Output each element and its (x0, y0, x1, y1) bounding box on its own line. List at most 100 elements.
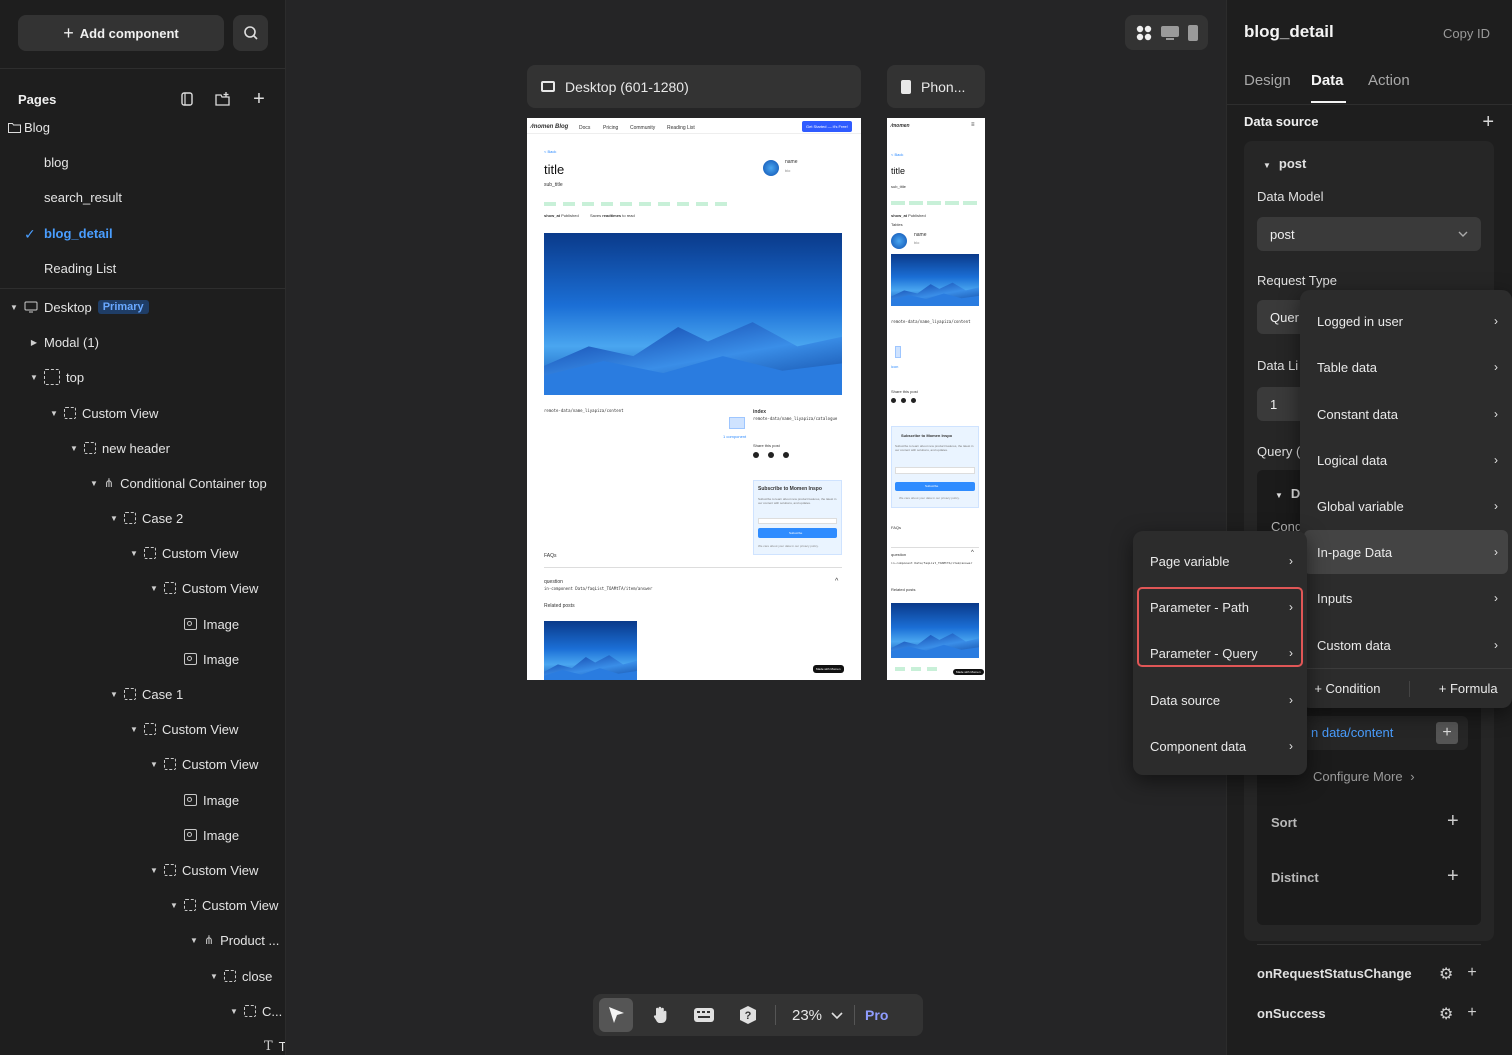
tree-node-product[interactable]: ▼ ⋔ Product ... (190, 930, 279, 950)
linkedin-icon[interactable] (768, 452, 774, 458)
desktop-frame-label[interactable]: Desktop (601-1280) (527, 65, 861, 108)
nav-pricing[interactable]: Pricing (603, 125, 618, 131)
caret-down-icon[interactable]: ▼ (50, 409, 58, 418)
select-tool[interactable] (599, 998, 633, 1032)
tree-node-case-1[interactable]: ▼ Case 1 (110, 684, 183, 704)
email-input[interactable] (758, 518, 837, 524)
tree-node-conditional-container[interactable]: ▼ ⋔ Conditional Container top (90, 473, 267, 493)
nav-docs[interactable]: Docs (579, 125, 590, 131)
pages-layout-icon[interactable] (178, 90, 196, 108)
menu-icon[interactable]: ≡ (971, 122, 975, 128)
data-model-select[interactable]: post (1257, 217, 1481, 251)
content-binding[interactable]: n data/content (1311, 725, 1393, 740)
pro-badge[interactable]: Pro (865, 1007, 888, 1023)
related-post-image[interactable] (891, 603, 979, 658)
tree-node-custom-view[interactable]: ▼ Custom View (130, 719, 238, 739)
menu-item-custom-data[interactable]: Custom data › (1300, 625, 1512, 665)
phone-frame-label[interactable]: Phon... (887, 65, 985, 108)
page-item-search-result[interactable]: search_result (44, 190, 122, 205)
add-distinct-button[interactable]: + (1447, 865, 1459, 888)
canvas[interactable]: Desktop (601-1280) Phon... ⁄momen Blog D… (287, 0, 1226, 1055)
made-with-badge[interactable]: Made with Momen (953, 669, 984, 675)
chevron-up-icon[interactable]: ^ (835, 578, 838, 585)
caret-down-icon[interactable]: ▼ (150, 760, 158, 769)
tree-node-image[interactable]: Image (184, 614, 239, 634)
add-folder-icon[interactable] (214, 90, 232, 108)
desktop-view-icon[interactable] (1160, 25, 1180, 41)
caret-right-icon[interactable]: ▶ (30, 338, 38, 347)
chevron-up-icon[interactable]: ^ (971, 550, 974, 556)
caret-down-icon[interactable]: ▼ (150, 866, 158, 875)
tree-node-close[interactable]: ▼ close (210, 966, 272, 986)
menu-item-logged-in-user[interactable]: Logged in user › (1300, 301, 1512, 341)
menu-item-logical-data[interactable]: Logical data › (1300, 440, 1512, 480)
caret-down-icon[interactable]: ▼ (130, 549, 138, 558)
tree-node-c[interactable]: ▼ C... (230, 1001, 282, 1021)
settings-icon[interactable]: ⚙ (1439, 964, 1453, 984)
caret-down-icon[interactable]: ▼ (10, 303, 18, 312)
submenu-item-page-variable[interactable]: Page variable › (1133, 541, 1307, 581)
back-link[interactable]: < Back (544, 149, 556, 154)
x-icon[interactable] (753, 452, 759, 458)
add-formula-button[interactable]: + Formula (1439, 681, 1498, 696)
caret-down-icon[interactable]: ▼ (90, 479, 98, 488)
caret-down-icon[interactable]: ▼ (30, 373, 38, 382)
menu-item-table-data[interactable]: Table data › (1300, 347, 1512, 387)
data-source-post[interactable]: ▼ post (1263, 156, 1306, 171)
caret-down-icon[interactable]: ▼ (190, 936, 198, 945)
caret-down-icon[interactable]: ▼ (170, 901, 178, 910)
tree-node-custom-view[interactable]: ▼ Custom View (50, 403, 158, 423)
linkedin-icon[interactable] (901, 398, 906, 403)
made-with-badge[interactable]: Made with Momen (813, 665, 844, 673)
page-folder-blog[interactable]: Blog (8, 120, 50, 135)
copy-id-button[interactable]: Copy ID (1443, 26, 1490, 41)
search-button[interactable] (233, 15, 268, 51)
tree-node-new-header[interactable]: ▼ new header (70, 438, 170, 458)
tree-node-text[interactable]: T T (264, 1036, 285, 1055)
menu-item-constant-data[interactable]: Constant data › (1300, 394, 1512, 434)
desktop-preview[interactable]: ⁄momen Blog Docs Pricing Community Readi… (527, 118, 861, 680)
tree-node-custom-view[interactable]: ▼ Custom View (150, 754, 258, 774)
caret-down-icon[interactable]: ▼ (110, 514, 118, 523)
comment-tool[interactable] (687, 998, 721, 1032)
tree-node-custom-view[interactable]: ▼ Custom View (170, 895, 278, 915)
tree-node-image[interactable]: Image (184, 649, 239, 669)
tree-node-custom-view[interactable]: ▼ Custom View (150, 578, 258, 598)
query-d-toggle[interactable]: ▼ D (1275, 486, 1300, 501)
caret-down-icon[interactable]: ▼ (230, 1007, 238, 1016)
settings-icon[interactable]: ⚙ (1439, 1004, 1453, 1024)
add-page-icon[interactable]: + (250, 88, 268, 110)
tab-action[interactable]: Action (1368, 72, 1410, 89)
add-icon[interactable]: + (1467, 1004, 1476, 1024)
grid-view-icon[interactable] (1135, 24, 1153, 42)
zoom-control[interactable]: 23% (792, 1007, 844, 1024)
add-data-source-button[interactable]: + (1482, 111, 1494, 134)
cta-button[interactable]: Get Started — it's Free! (802, 121, 852, 132)
tree-node-modal[interactable]: ▶ Modal (1) (30, 332, 99, 352)
add-sort-button[interactable]: + (1447, 810, 1459, 833)
hand-tool[interactable] (643, 998, 677, 1032)
caret-down-icon[interactable]: ▼ (210, 972, 218, 981)
page-item-reading-list[interactable]: Reading List (44, 261, 116, 276)
configure-more-link[interactable]: Configure More › (1313, 769, 1415, 784)
submenu-item-component-data[interactable]: Component data › (1133, 726, 1307, 766)
help-tool[interactable]: ? (731, 998, 765, 1032)
tree-node-top[interactable]: ▼ top (30, 367, 84, 387)
tab-data[interactable]: Data (1311, 72, 1344, 89)
add-icon[interactable]: + (1467, 964, 1476, 984)
caret-down-icon[interactable]: ▼ (70, 444, 78, 453)
x-icon[interactable] (891, 398, 896, 403)
tree-node-image[interactable]: Image (184, 825, 239, 845)
menu-item-inputs[interactable]: Inputs › (1300, 578, 1512, 618)
tree-node-image[interactable]: Image (184, 790, 239, 810)
nav-community[interactable]: Community (630, 125, 655, 131)
caret-down-icon[interactable]: ▼ (130, 725, 138, 734)
back-link[interactable]: < Back (891, 152, 903, 157)
add-binding-button[interactable]: + (1436, 722, 1458, 744)
facebook-icon[interactable] (783, 452, 789, 458)
menu-item-global-variable[interactable]: Global variable › (1300, 486, 1512, 526)
related-post-image[interactable] (544, 621, 637, 680)
facebook-icon[interactable] (911, 398, 916, 403)
tree-node-custom-view[interactable]: ▼ Custom View (150, 860, 258, 880)
tree-node-case-2[interactable]: ▼ Case 2 (110, 508, 183, 528)
